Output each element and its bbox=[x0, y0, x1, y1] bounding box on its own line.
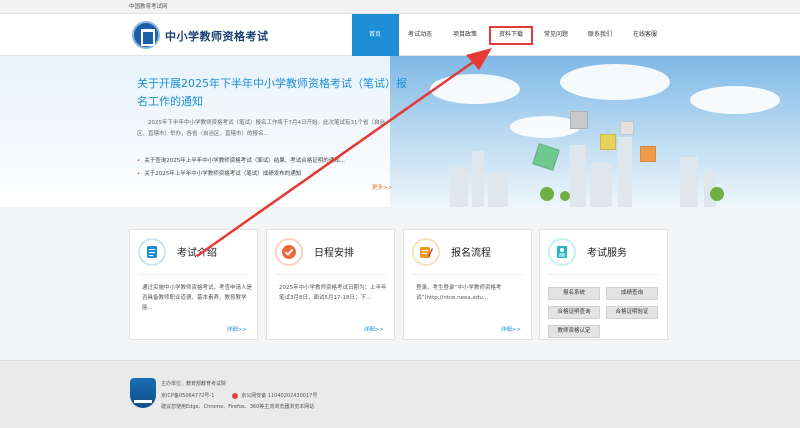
nav-item-exam-news[interactable]: 考试动态 bbox=[408, 29, 432, 38]
news-link-1[interactable]: 关于查询2025年上半年中小学教师资格考试（面试）结果、考试合格证明的通知... bbox=[137, 156, 345, 164]
nav-item-faq[interactable]: 常见问题 bbox=[544, 29, 568, 38]
pencil-form-icon bbox=[412, 238, 440, 266]
police-badge-icon bbox=[231, 392, 238, 399]
nav-item-online-service[interactable]: 在线客服 bbox=[633, 29, 657, 38]
card-registration-process[interactable]: 报名流程 登录。考生登录“中小学教师资格考试”(http://ntce.neea… bbox=[403, 229, 532, 340]
nav-item-contact[interactable]: 联系我们 bbox=[588, 29, 612, 38]
card-exam-intro[interactable]: 考试介绍 通过实施中小学教师资格考试，考查申请人是否具备教师职业道德、基本素养、… bbox=[129, 229, 258, 340]
browser-recommendation: 建议您使用Edge、Chrome、Firefox、360等主流浏览器浏览本网站 bbox=[161, 404, 315, 410]
card-text: 通过实施中小学教师资格考试，考查申请人是否具备教师职业道德、基本素养、教育教学能… bbox=[142, 285, 253, 311]
top-bar: 中国教育考试网 bbox=[0, 0, 800, 14]
logo-emblem-icon[interactable] bbox=[132, 21, 160, 49]
header: 中小学教师资格考试 首页 考试动态 项目政策 资料下载 常见问题 联系我们 在线… bbox=[0, 14, 800, 56]
news-link-2[interactable]: 关于2025年上半年中小学教师资格考试（笔试）成绩发布的通知 bbox=[137, 169, 301, 177]
footer-emblem-icon bbox=[130, 378, 156, 408]
site-name[interactable]: 中国教育考试网 bbox=[129, 2, 168, 10]
card-schedule[interactable]: 日程安排 2025年中小学教师资格考试日期为：上半年笔试3月8日，面试5月17-… bbox=[266, 229, 395, 340]
card-more-link[interactable]: 详细>> bbox=[501, 325, 521, 333]
nav-item-policy[interactable]: 项目政策 bbox=[453, 29, 477, 38]
card-more-link[interactable]: 详细>> bbox=[227, 325, 247, 333]
icp-link[interactable]: 京ICP备05064772号-1 bbox=[161, 393, 214, 399]
nav-item-home[interactable]: 首页 bbox=[369, 29, 381, 38]
headline-summary: 2025年下半年中小学教师资格考试（笔试）报名工作将于7月4日开始。此次笔试有3… bbox=[137, 120, 385, 137]
card-exam-services: 考试服务 报名系统 成绩查询 合格证明查询 合格证明验证 教师资格认定 bbox=[539, 229, 668, 340]
card-text: 2025年中小学教师资格考试日期为：上半年笔试3月8日，面试5月17-18日；下… bbox=[279, 285, 387, 301]
footer-organizer: 主办单位：教育部教育考试院 bbox=[161, 381, 227, 387]
certificate-query-button[interactable]: 合格证明查询 bbox=[548, 306, 600, 319]
news-more-link[interactable]: 更多>> bbox=[372, 183, 392, 191]
checkmark-icon bbox=[275, 238, 303, 266]
registration-system-button[interactable]: 报名系统 bbox=[548, 287, 600, 300]
card-title: 考试服务 bbox=[587, 248, 627, 259]
card-text: 登录。考生登录“中小学教师资格考试”(http://ntce.neea.edu.… bbox=[416, 285, 502, 301]
police-record-link[interactable]: 京公网安备 11040202430017号 bbox=[241, 393, 317, 399]
headline-link[interactable]: 关于开展2025年下半年中小学教师资格考试（笔试）报名工作的通知 bbox=[137, 75, 407, 111]
card-title: 考试介绍 bbox=[177, 248, 217, 259]
id-card-icon bbox=[548, 238, 576, 266]
nav-downloads-highlight bbox=[489, 26, 533, 45]
card-title: 日程安排 bbox=[314, 248, 354, 259]
card-more-link[interactable]: 详细>> bbox=[364, 325, 384, 333]
banner-illustration bbox=[390, 56, 800, 207]
teacher-certification-button[interactable]: 教师资格认定 bbox=[548, 325, 600, 338]
footer: 主办单位：教育部教育考试院 京ICP备05064772号-1 京公网安备 110… bbox=[0, 360, 800, 428]
certificate-verify-button[interactable]: 合格证明验证 bbox=[606, 306, 658, 319]
card-title: 报名流程 bbox=[451, 248, 491, 259]
score-query-button[interactable]: 成绩查询 bbox=[606, 287, 658, 300]
document-icon bbox=[138, 238, 166, 266]
site-logo-text[interactable]: 中小学教师资格考试 bbox=[165, 28, 269, 44]
